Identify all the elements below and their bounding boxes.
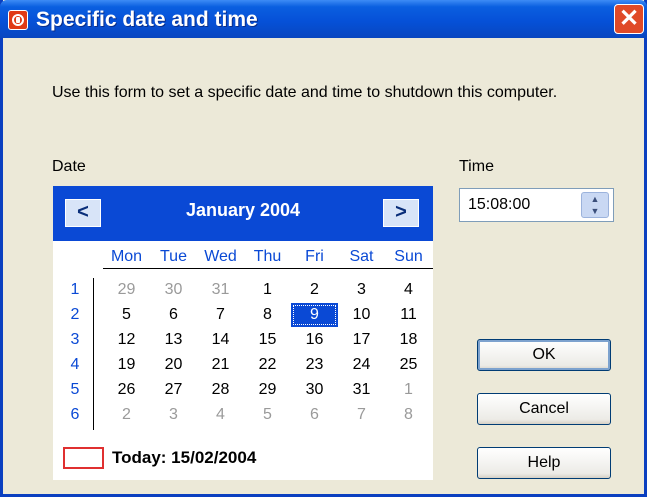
month-calendar[interactable]: January 2004 < > Mon Tue Wed Thu Fri Sat Sun 1…	[53, 186, 433, 480]
window-title: Specific date and time	[36, 8, 258, 31]
calendar-header: January 2004 < >	[53, 186, 433, 241]
calendar-week-row: 19 20 21 22 23 24 25	[103, 353, 433, 377]
day-cell[interactable]: 29	[244, 378, 291, 402]
day-cell[interactable]: 20	[150, 353, 197, 377]
day-cell[interactable]: 2	[103, 403, 150, 427]
day-cell[interactable]: 4	[197, 403, 244, 427]
day-cell[interactable]: 18	[385, 328, 432, 352]
day-cell[interactable]: 8	[385, 403, 432, 427]
day-cell[interactable]: 27	[150, 378, 197, 402]
day-cell[interactable]: 23	[291, 353, 338, 377]
calendar-month-title[interactable]: January 2004	[53, 200, 433, 221]
day-cell[interactable]: 14	[197, 328, 244, 352]
day-cell[interactable]: 31	[338, 378, 385, 402]
day-cell[interactable]: 31	[197, 278, 244, 302]
day-cell[interactable]: 6	[150, 303, 197, 327]
day-cell[interactable]: 30	[150, 278, 197, 302]
weekday-label: Thu	[253, 248, 282, 265]
time-label: Time	[459, 158, 494, 175]
day-cell[interactable]: 24	[338, 353, 385, 377]
help-button[interactable]: Help	[477, 447, 611, 479]
today-link[interactable]: Today: 15/02/2004	[112, 448, 256, 468]
weekday-header: Mon Tue Wed Thu Fri Sat Sun	[103, 248, 433, 269]
dialog-window: Specific date and time ✕ Use this form t…	[0, 0, 647, 497]
week-number: 1	[70, 281, 80, 298]
day-cell[interactable]: 12	[103, 328, 150, 352]
day-cell[interactable]: 11	[385, 303, 432, 327]
day-cell[interactable]: 21	[197, 353, 244, 377]
day-cell[interactable]: 19	[103, 353, 150, 377]
day-cell[interactable]: 30	[291, 378, 338, 402]
day-cell[interactable]: 10	[338, 303, 385, 327]
day-cell[interactable]: 3	[338, 278, 385, 302]
day-cell[interactable]: 29	[103, 278, 150, 302]
calendar-week-row: 2345678	[103, 403, 433, 427]
day-cell[interactable]: 16	[291, 328, 338, 352]
day-cell[interactable]: 3	[150, 403, 197, 427]
day-cell[interactable]: 6	[291, 403, 338, 427]
week-number: 5	[70, 381, 80, 398]
instructions-text: Use this form to set a specific date and…	[52, 84, 558, 101]
prev-month-button[interactable]: <	[65, 199, 101, 227]
time-spinner[interactable]: ▲ ▼	[581, 192, 609, 218]
spin-down-icon[interactable]: ▼	[582, 205, 608, 217]
day-cell[interactable]: 28	[197, 378, 244, 402]
weekday-label: Sun	[394, 248, 423, 265]
day-cell[interactable]: 7	[197, 303, 244, 327]
day-cell[interactable]: 17	[338, 328, 385, 352]
title-bar[interactable]: Specific date and time ✕	[0, 0, 647, 38]
day-cell[interactable]: 26	[103, 378, 150, 402]
week-number: 4	[70, 356, 80, 373]
power-icon	[8, 10, 28, 30]
date-label: Date	[52, 158, 86, 175]
day-cell[interactable]: 5	[244, 403, 291, 427]
day-cell[interactable]: 22	[244, 353, 291, 377]
weekday-label: Wed	[204, 248, 237, 265]
calendar-week-row: 29 30 31 1 2 3 4	[103, 278, 433, 302]
day-cell[interactable]: 25	[385, 353, 432, 377]
ok-button[interactable]: OK	[477, 339, 611, 371]
day-cell[interactable]: 8	[244, 303, 291, 327]
day-cell[interactable]: 1	[244, 278, 291, 302]
weekday-label: Tue	[160, 248, 187, 265]
time-picker[interactable]: 15:08:00 ▲ ▼	[459, 188, 614, 222]
next-month-button[interactable]: >	[383, 199, 419, 227]
today-marker[interactable]	[63, 447, 104, 469]
weekday-label: Sat	[349, 248, 374, 265]
calendar-week-row: 12 13 14 15 16 17 18	[103, 328, 433, 352]
weekday-label: Fri	[305, 248, 324, 265]
time-value[interactable]: 15:08:00	[468, 196, 530, 214]
calendar-week-row: 26 27 28 29 30 31 1	[103, 378, 433, 402]
day-cell[interactable]: 2	[291, 278, 338, 302]
close-button[interactable]: ✕	[614, 4, 644, 34]
day-cell[interactable]: 13	[150, 328, 197, 352]
day-cell[interactable]: 7	[338, 403, 385, 427]
day-cell[interactable]: 4	[385, 278, 432, 302]
calendar-week-row: 5 6 7 8 9 10 11	[103, 303, 433, 327]
spin-up-icon[interactable]: ▲	[582, 193, 608, 205]
cancel-button[interactable]: Cancel	[477, 393, 611, 425]
week-number: 2	[70, 306, 80, 323]
day-cell[interactable]: 1	[385, 378, 432, 402]
week-number: 3	[70, 331, 80, 348]
selected-day-cell[interactable]: 9	[291, 303, 338, 327]
day-cell[interactable]: 15	[244, 328, 291, 352]
day-cell[interactable]: 5	[103, 303, 150, 327]
weekday-label: Mon	[110, 248, 143, 265]
week-number-divider	[93, 278, 94, 430]
week-number: 6	[70, 406, 80, 423]
